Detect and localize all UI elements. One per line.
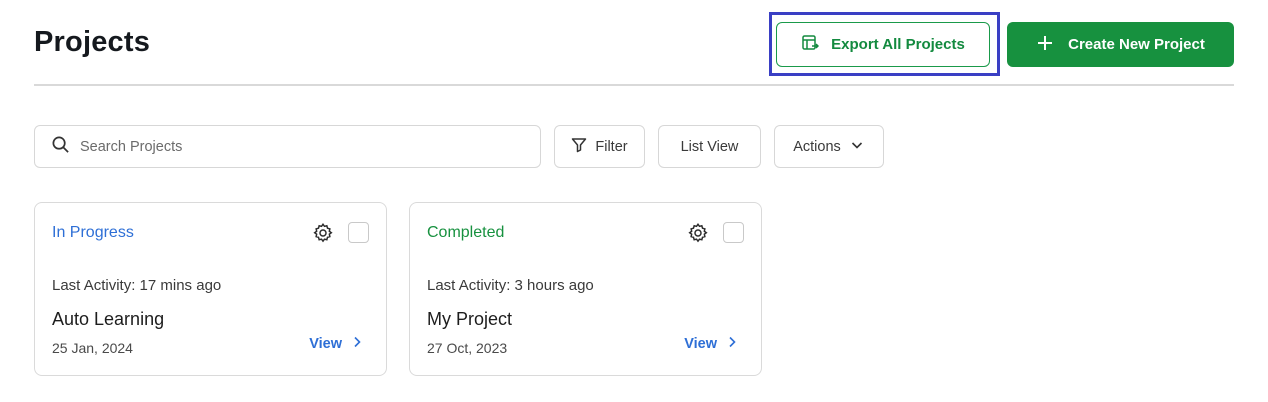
project-card[interactable]: In Progress Last Activity: 17 mins ago A…	[34, 202, 387, 376]
create-new-project-button[interactable]: Create New Project	[1007, 22, 1234, 67]
list-view-button[interactable]: List View	[658, 125, 761, 168]
table-export-icon	[801, 34, 820, 56]
header-divider	[34, 84, 1234, 86]
status-badge: Completed	[427, 224, 505, 241]
search-box[interactable]	[34, 125, 541, 168]
view-label: View	[684, 336, 717, 352]
project-name: My Project	[427, 309, 513, 329]
plus-icon	[1036, 34, 1054, 56]
page-title: Projects	[34, 26, 151, 58]
search-input[interactable]	[80, 138, 500, 155]
search-icon	[51, 135, 70, 159]
project-select-checkbox[interactable]	[348, 222, 369, 243]
export-button-label: Export All Projects	[831, 36, 965, 53]
view-project-link[interactable]: View	[684, 336, 737, 352]
filter-button[interactable]: Filter	[554, 125, 645, 168]
chevron-right-icon	[352, 336, 362, 352]
gear-icon[interactable]	[312, 222, 334, 244]
filter-icon	[571, 137, 587, 157]
view-label: View	[309, 336, 342, 352]
export-all-projects-button[interactable]: Export All Projects	[776, 22, 990, 67]
project-select-checkbox[interactable]	[723, 222, 744, 243]
create-button-label: Create New Project	[1068, 36, 1205, 53]
actions-label: Actions	[793, 138, 841, 155]
project-card[interactable]: Completed Last Activity: 3 hours ago My …	[409, 202, 762, 376]
last-activity: Last Activity: 3 hours ago	[427, 277, 594, 294]
project-date: 25 Jan, 2024	[52, 340, 133, 356]
last-activity: Last Activity: 17 mins ago	[52, 277, 222, 294]
project-name: Auto Learning	[52, 309, 165, 329]
actions-dropdown[interactable]: Actions	[774, 125, 884, 168]
list-view-label: List View	[680, 138, 739, 155]
view-project-link[interactable]: View	[309, 336, 362, 352]
filter-label: Filter	[595, 138, 628, 155]
status-badge: In Progress	[52, 224, 134, 241]
gear-icon[interactable]	[687, 222, 709, 244]
chevron-down-icon	[849, 137, 865, 157]
chevron-right-icon	[727, 336, 737, 352]
project-date: 27 Oct, 2023	[427, 340, 508, 356]
